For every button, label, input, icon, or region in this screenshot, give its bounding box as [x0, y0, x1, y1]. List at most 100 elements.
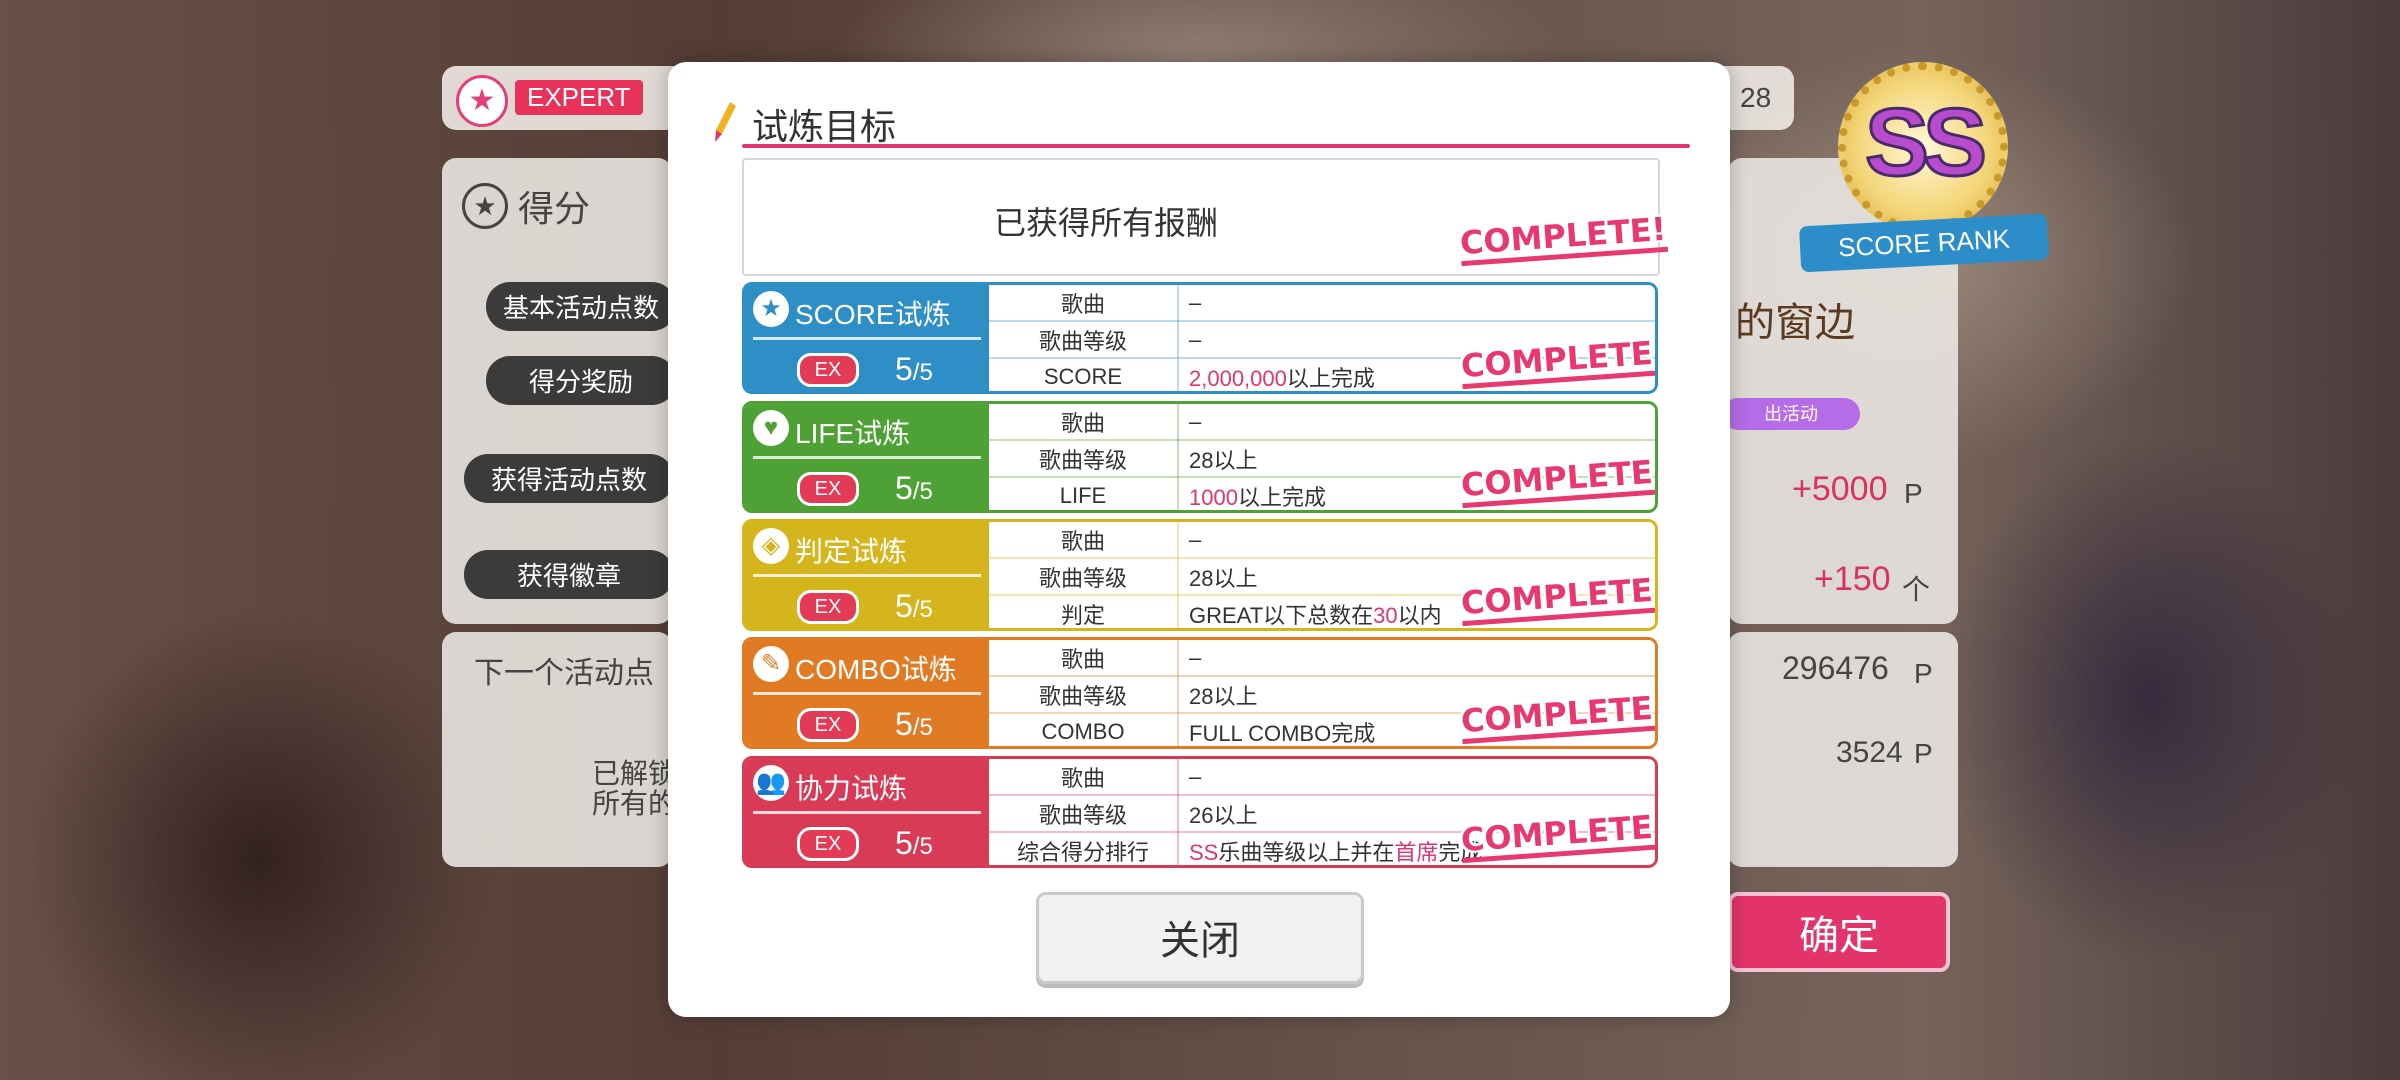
trial-progress: 5/5: [895, 588, 933, 625]
condition-text: –: [1189, 326, 1202, 352]
condition-key: SCORE: [989, 358, 1179, 391]
condition-value: –: [1178, 404, 1655, 441]
condition-key: 歌曲等级: [989, 676, 1179, 714]
pen-icon: ✎: [753, 646, 789, 682]
remaining-points-unit: P: [1914, 738, 1933, 769]
trial-divider: [753, 337, 981, 340]
star-circle-icon: ★: [462, 183, 508, 229]
trial-progress-count: 5: [895, 351, 913, 387]
event-logo-text: 的窗边: [1735, 300, 1855, 346]
condition-text: 28以上: [1189, 565, 1258, 591]
trial-progress-count: 5: [895, 588, 913, 624]
ex-badge: EX: [797, 590, 859, 624]
condition-text: FULL COMBO完成: [1189, 720, 1376, 746]
reward-status-text: 已获得所有报酬: [994, 205, 1219, 241]
base-points-label: 基本活动点数: [486, 282, 676, 331]
condition-key: 判定: [989, 595, 1179, 628]
condition-row: 歌曲 –: [989, 404, 1655, 441]
condition-text: 28以上: [1189, 447, 1258, 473]
condition-text: –: [1189, 526, 1202, 552]
condition-text: 以上完成: [1286, 365, 1375, 391]
condition-key: 歌曲等级: [989, 795, 1179, 833]
trial-name: COMBO试炼: [795, 654, 957, 685]
condition-key: 歌曲: [989, 759, 1179, 796]
unlock-text-2: 所有的: [592, 788, 677, 819]
condition-key: LIFE: [989, 477, 1179, 510]
trial-progress-total: /5: [912, 596, 933, 623]
trial-card: 👥 协力试炼 EX 5/5 歌曲 – 歌曲等级 26以上 综合得分排行 SS乐曲等级以上并在首席完…: [742, 756, 1658, 868]
trial-divider: [753, 574, 981, 577]
condition-value: –: [1178, 759, 1655, 796]
score-section-title: ★ 得分: [462, 180, 590, 232]
event-logo: 的窗边: [1735, 290, 1865, 400]
condition-highlight: 首席: [1394, 839, 1439, 865]
earned-badges-label: 获得徽章: [464, 550, 674, 599]
trial-progress: 5/5: [895, 470, 933, 507]
trial-card: ♥ LIFE试炼 EX 5/5 歌曲 – 歌曲等级 28以上 LIFE 1000以上完成 COMPL…: [742, 401, 1658, 513]
trial-progress-total: /5: [912, 359, 933, 386]
score-rank-emblem: SS SCORE RANK: [1790, 30, 2060, 273]
condition-value: –: [1178, 522, 1655, 559]
condition-row: 歌曲 –: [989, 759, 1655, 796]
condition-key: 综合得分排行: [989, 832, 1179, 865]
pen-icon: [715, 102, 736, 142]
condition-key: 歌曲等级: [989, 440, 1179, 478]
trial-name: LIFE试炼: [795, 418, 911, 449]
score-label: 得分: [518, 188, 591, 229]
trial-header: ✎ COMBO试炼 EX 5/5: [745, 640, 989, 746]
trial-progress-count: 5: [895, 706, 913, 742]
event-points-value: +5000: [1792, 470, 1888, 508]
condition-text: 26以上: [1189, 802, 1258, 828]
rank-ribbon: SCORE RANK: [1798, 213, 2050, 273]
star-icon: ★: [753, 291, 789, 327]
condition-text: –: [1189, 763, 1202, 789]
title-underline: [742, 144, 1690, 148]
remaining-points-value: 3524: [1836, 736, 1903, 769]
trial-header: ♥ LIFE试炼 EX 5/5: [745, 404, 989, 510]
next-points-label: 下一个活动点: [474, 657, 654, 690]
condition-text: GREAT以下总数在: [1189, 602, 1374, 628]
condition-highlight: 2,000,000: [1189, 365, 1287, 391]
trial-name: 判定试炼: [795, 536, 908, 567]
condition-value: –: [1178, 285, 1655, 322]
team-icon: 👥: [753, 765, 789, 801]
total-points-unit: P: [1914, 658, 1933, 689]
trial-name: 协力试炼: [795, 773, 908, 804]
ex-badge: EX: [797, 708, 859, 742]
complete-stamp: COMPLETE!: [1459, 210, 1668, 267]
trial-progress-count: 5: [895, 470, 913, 506]
ex-badge: EX: [797, 827, 859, 861]
trial-name: SCORE试炼: [795, 299, 951, 330]
badges-value: +150: [1814, 560, 1891, 598]
trial-progress: 5/5: [895, 706, 933, 743]
condition-highlight: SS: [1189, 839, 1219, 865]
condition-key: 歌曲: [989, 522, 1179, 559]
condition-highlight: 30: [1373, 602, 1398, 628]
condition-text: 以上完成: [1237, 484, 1326, 510]
trial-progress: 5/5: [895, 825, 933, 862]
trial-progress: 5/5: [895, 351, 933, 388]
condition-row: 歌曲 –: [989, 285, 1655, 322]
confirm-button[interactable]: 确定: [1728, 892, 1950, 972]
badges-unit: 个: [1902, 574, 1931, 605]
condition-text: –: [1189, 644, 1202, 670]
trial-card: ✎ COMBO试炼 EX 5/5 歌曲 – 歌曲等级 28以上 COMBO FULL COMBO完…: [742, 637, 1658, 749]
condition-text: 28以上: [1189, 683, 1258, 709]
condition-key: COMBO: [989, 713, 1179, 746]
trial-header: 👥 协力试炼 EX 5/5: [745, 759, 989, 865]
ex-badge: EX: [797, 472, 859, 506]
difficulty-badge: EXPERT: [515, 80, 643, 115]
condition-value: –: [1178, 640, 1655, 677]
event-points-unit: P: [1904, 478, 1923, 509]
condition-key: 歌曲等级: [989, 321, 1179, 359]
trial-card: ◈ 判定试炼 EX 5/5 歌曲 – 歌曲等级 28以上 判定 GREAT以下总数在30以内 COM…: [742, 519, 1658, 631]
condition-text: 以内: [1397, 602, 1442, 628]
condition-key: 歌曲等级: [989, 558, 1179, 596]
star-badge-icon: ★: [456, 75, 508, 127]
trial-divider: [753, 811, 981, 814]
close-button[interactable]: 关闭: [1036, 892, 1364, 984]
heart-icon: ♥: [753, 410, 789, 446]
condition-key: 歌曲: [989, 404, 1179, 441]
diamond-icon: ◈: [753, 528, 789, 564]
rank-value: SS: [1863, 88, 1988, 198]
